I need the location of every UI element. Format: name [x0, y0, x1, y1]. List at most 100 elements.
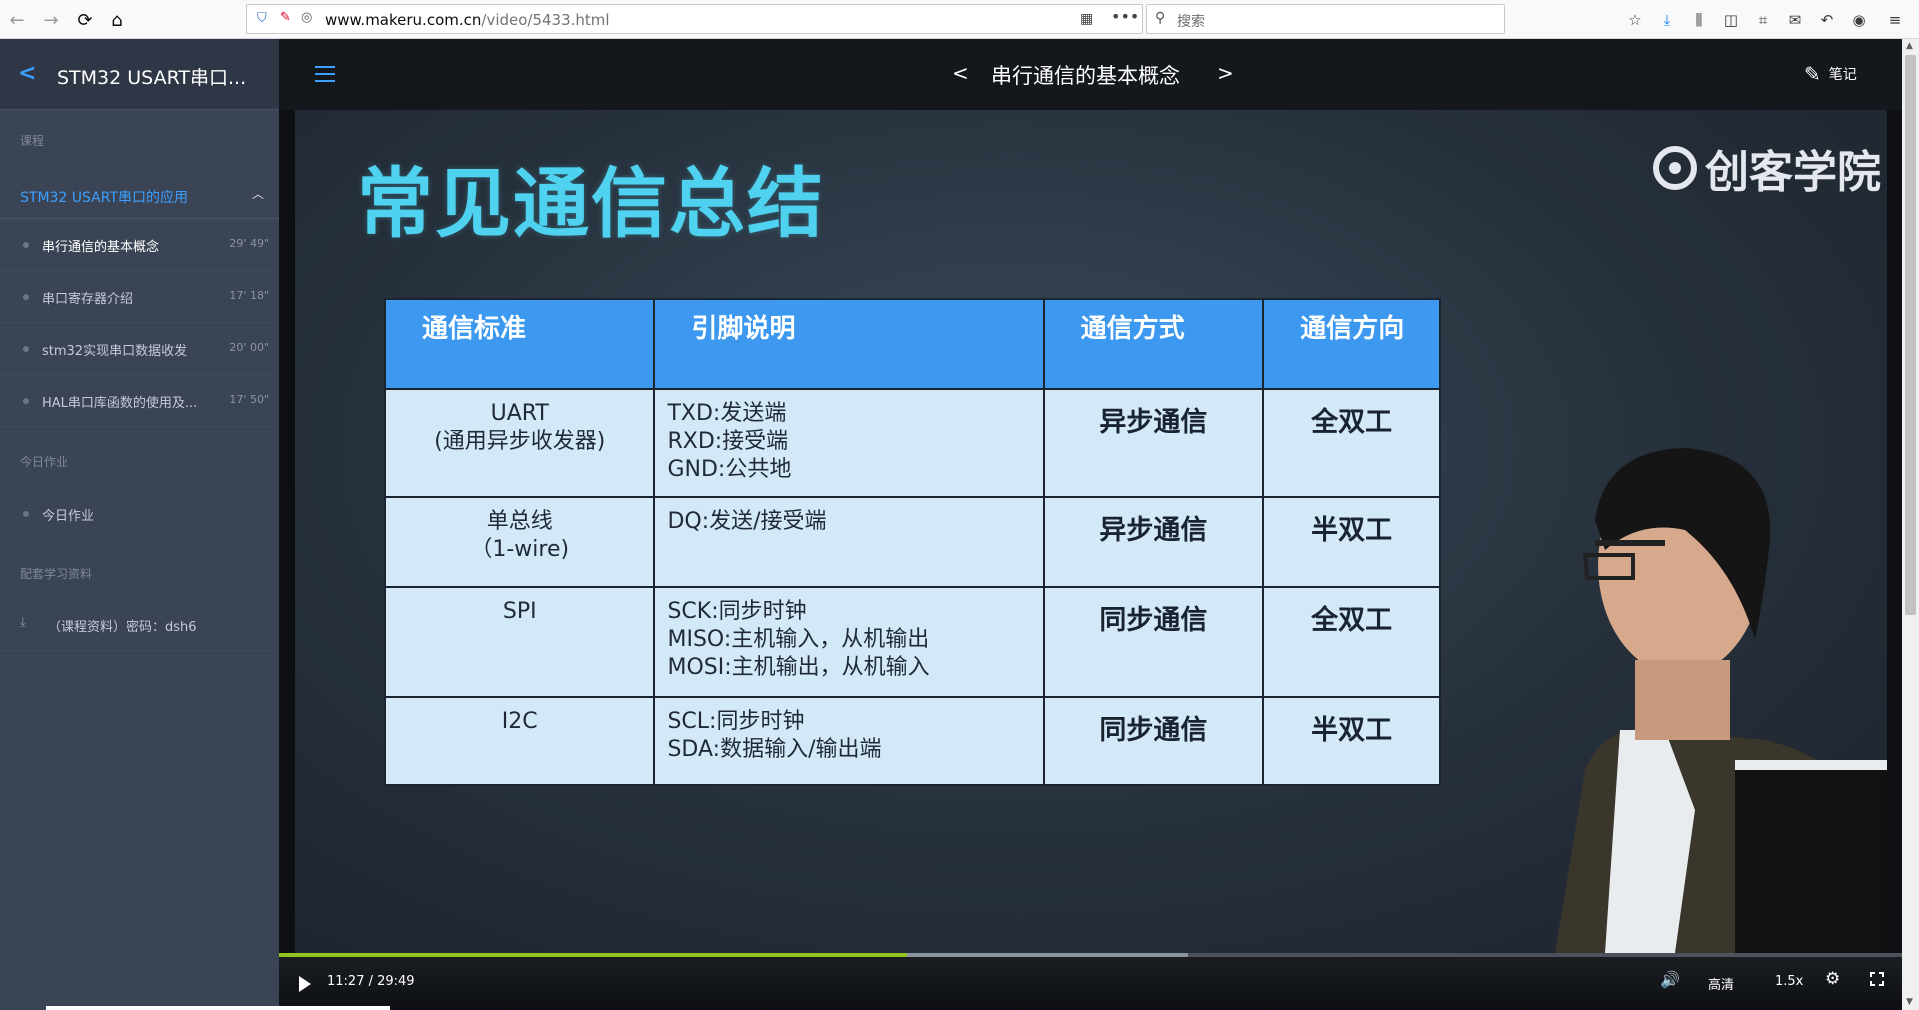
download-icon: ⤓ — [20, 615, 26, 630]
table-header-cell: 引脚说明 — [653, 298, 1045, 390]
brand-name: 创客学院 — [1705, 147, 1881, 198]
lesson-label: 串行通信的基本概念 — [42, 240, 160, 255]
permissions-icon: ◎ — [301, 10, 313, 25]
next-lesson-button[interactable]: > — [1217, 61, 1234, 85]
lesson-duration: 20' 00" — [229, 341, 269, 354]
chat-icon[interactable]: ✉ — [1784, 9, 1806, 31]
scroll-down-icon[interactable]: ▼ — [1906, 997, 1913, 1007]
insecure-lock-icon: ✎ — [280, 10, 291, 25]
lesson-duration: 17' 18" — [229, 289, 269, 302]
table-cell: I2C — [383, 696, 656, 786]
screenshot-icon[interactable]: ⌗ — [1752, 9, 1774, 31]
settings-icon[interactable]: ⚙ — [1825, 969, 1840, 989]
course-title: STM32 USART串口... — [57, 67, 247, 89]
video-frame[interactable]: 常见通信总结 创客学院 通信标准 引脚说明 通信方式 通信方向 UART (通用异… — [295, 110, 1887, 953]
chevron-up-icon[interactable]: ︿ — [252, 185, 264, 202]
section-label-homework: 今日作业 — [20, 455, 69, 469]
player-header: < 串行通信的基本概念 > ✎ 笔记 — [279, 39, 1902, 110]
bookmark-star-icon[interactable]: ☆ — [1624, 9, 1646, 31]
back-icon[interactable]: ← — [4, 7, 30, 33]
comparison-table: 通信标准 引脚说明 通信方式 通信方向 UART (通用异步收发器) TXD:发送… — [383, 298, 1441, 786]
search-placeholder: 搜索 — [1177, 14, 1205, 30]
home-icon[interactable]: ⌂ — [104, 7, 130, 33]
fullscreen-icon[interactable] — [1869, 971, 1885, 987]
table-cell: 同步通信 — [1042, 696, 1265, 786]
time-display: 11:27 / 29:49 — [327, 974, 415, 989]
table-header-row: 通信标准 引脚说明 通信方式 通信方向 — [383, 298, 1441, 390]
table-cell: SCK:同步时钟 MISO:主机输入，从机输出 MOSI:主机输出，从机输入 — [653, 586, 1045, 698]
download-icon[interactable]: ⤓ — [1656, 9, 1678, 31]
menu-icon[interactable] — [315, 66, 335, 82]
lesson-item[interactable]: stm32实现串口数据收发 20' 00" — [0, 323, 279, 375]
page-actions-icon[interactable]: ••• — [1111, 7, 1139, 26]
reload-icon[interactable]: ⟳ — [72, 7, 98, 33]
table-header-cell: 通信方向 — [1262, 298, 1441, 390]
lesson-label: stm32实现串口数据收发 — [42, 344, 188, 359]
back-chevron-icon[interactable]: < — [18, 61, 36, 86]
table-cell: TXD:发送端 RXD:接受端 GND:公共地 — [653, 388, 1045, 498]
table-cell: 全双工 — [1262, 388, 1441, 498]
section-label-course: 课程 — [20, 134, 45, 148]
forward-icon[interactable]: → — [38, 7, 64, 33]
quality-button[interactable]: 高清 — [1708, 974, 1734, 993]
homework-item[interactable]: 今日作业 — [0, 488, 279, 540]
table-header-cell: 通信标准 — [383, 298, 656, 390]
table-cell: 半双工 — [1262, 496, 1441, 588]
lesson-item[interactable]: HAL串口库函数的使用及... 17' 50" — [0, 375, 279, 427]
browser-toolbar: ← → ⟳ ⌂ ⛉ ✎ ◎ www.makeru.com.cn/video/54… — [0, 0, 1919, 39]
page-scrollbar[interactable]: ▲ ▼ — [1902, 39, 1919, 1010]
sidebar-header: < STM32 USART串口... — [0, 39, 279, 110]
bottom-scroll-strip — [46, 1006, 390, 1010]
prev-lesson-button[interactable]: < — [952, 61, 969, 85]
table-cell: 单总线 （1-wire) — [383, 496, 656, 588]
volume-icon[interactable]: 🔊 — [1660, 970, 1680, 989]
lesson-dot-icon — [23, 398, 29, 404]
table-row: I2C SCL:同步时钟 SDA:数据输入/输出端 同步通信 半双工 — [383, 696, 1441, 786]
shield-icon: ⛉ — [257, 11, 267, 26]
sidebar-toggle-icon[interactable]: ◫ — [1720, 9, 1742, 31]
video-player[interactable]: 常见通信总结 创客学院 通信标准 引脚说明 通信方式 通信方向 UART (通用异… — [279, 110, 1902, 1010]
lesson-label: HAL串口库函数的使用及... — [42, 396, 198, 411]
table-header-cell: 通信方式 — [1042, 298, 1265, 390]
presenter-image — [1555, 448, 1887, 953]
table-cell: 全双工 — [1262, 586, 1441, 698]
qr-code-icon[interactable]: ▦ — [1080, 11, 1093, 27]
brand-watermark: 创客学院 — [1653, 136, 1881, 200]
lesson-item[interactable]: 串行通信的基本概念 29' 49" — [0, 219, 279, 271]
table-cell: SPI — [383, 586, 656, 698]
table-cell: 同步通信 — [1042, 586, 1265, 698]
library-icon[interactable]: ⫼ — [1688, 9, 1710, 31]
table-cell: DQ:发送/接受端 — [653, 496, 1045, 588]
undo-icon[interactable]: ↶ — [1816, 9, 1838, 31]
scroll-thumb[interactable] — [1905, 55, 1916, 615]
notes-button[interactable]: ✎ 笔记 — [1804, 62, 1857, 86]
table-row: UART (通用异步收发器) TXD:发送端 RXD:接受端 GND:公共地 异步通信… — [383, 388, 1441, 498]
table-cell: 异步通信 — [1042, 388, 1265, 498]
notes-label: 笔记 — [1828, 67, 1857, 83]
table-cell: SCL:同步时钟 SDA:数据输入/输出端 — [653, 696, 1045, 786]
scroll-up-icon[interactable]: ▲ — [1906, 41, 1913, 51]
table-cell: UART (通用异步收发器) — [383, 388, 656, 498]
overflow-menu-icon[interactable]: ≡ — [1884, 9, 1906, 31]
table-row: 单总线 （1-wire) DQ:发送/接受端 异步通信 半双工 — [383, 496, 1441, 588]
url-text: www.makeru.com.cn/video/5433.html — [325, 11, 610, 29]
lesson-item[interactable]: 串口寄存器介绍 17' 18" — [0, 271, 279, 323]
section-label-materials: 配套学习资料 — [20, 567, 93, 581]
lesson-dot-icon — [23, 294, 29, 300]
homework-dot-icon — [23, 511, 29, 517]
slide-title: 常见通信总结 — [357, 159, 825, 248]
url-bar[interactable]: ⛉ ✎ ◎ www.makeru.com.cn/video/5433.html … — [246, 4, 1143, 34]
lesson-label: 串口寄存器介绍 — [42, 292, 134, 307]
play-icon[interactable] — [299, 976, 311, 992]
homework-label: 今日作业 — [42, 509, 95, 524]
table-cell: 半双工 — [1262, 696, 1441, 786]
table-cell: 异步通信 — [1042, 496, 1265, 588]
account-icon[interactable]: ◉ — [1848, 9, 1870, 31]
speed-button[interactable]: 1.5x — [1775, 974, 1803, 989]
course-chapter-toggle[interactable]: STM32 USART串口的应用 — [20, 187, 188, 207]
search-bar[interactable]: ⚲ 搜索 — [1146, 4, 1505, 34]
lesson-dot-icon — [23, 346, 29, 352]
edit-icon: ✎ — [1804, 62, 1821, 86]
lesson-dot-icon — [23, 242, 29, 248]
material-item[interactable]: ⤓ （课程资料）密码：dsh6 — [0, 599, 279, 651]
